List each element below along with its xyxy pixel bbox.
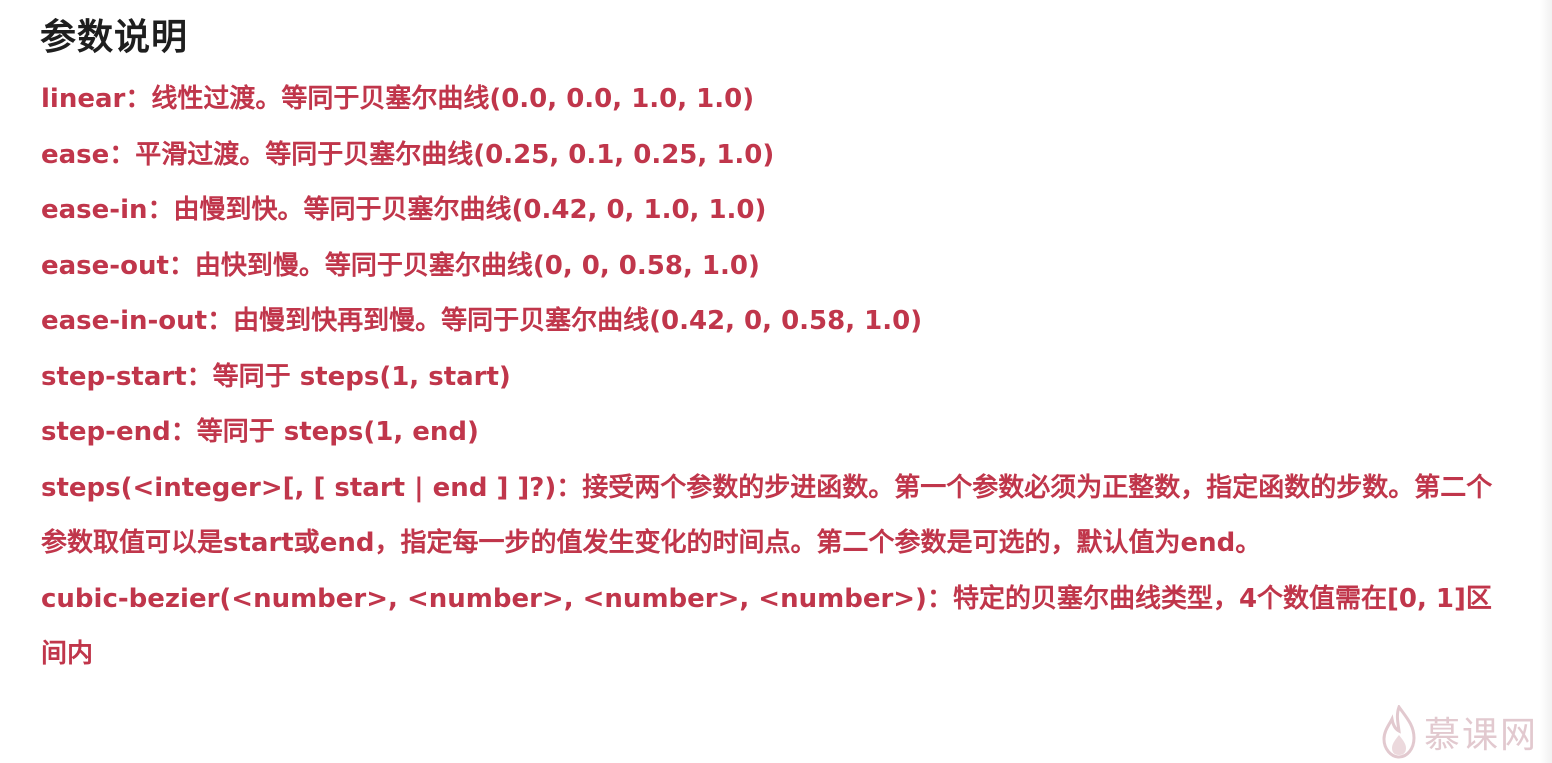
watermark-text: 慕课网 — [1424, 715, 1539, 756]
watermark-logo: 慕课网 — [1380, 705, 1538, 759]
list-item: ease-in-out：由慢到快再到慢。等同于贝塞尔曲线(0.42, 0, 0.… — [41, 306, 923, 336]
list-item: step-end：等同于 steps(1, end) — [41, 417, 479, 447]
parameter-list: linear：线性过渡。等同于贝塞尔曲线(0.0, 0.0, 1.0, 1.0)… — [41, 72, 1511, 683]
right-edge-shadow — [1540, 0, 1552, 763]
list-item: step-start：等同于 steps(1, start) — [41, 361, 511, 392]
slide-page: 参数说明 linear：线性过渡。等同于贝塞尔曲线(0.0, 0.0, 1.0,… — [0, 0, 1552, 763]
list-item: linear：线性过渡。等同于贝塞尔曲线(0.0, 0.0, 1.0, 1.0) — [41, 84, 755, 114]
list-item: ease：平滑过渡。等同于贝塞尔曲线(0.25, 0.1, 0.25, 1.0) — [41, 139, 775, 170]
list-item: steps(<integer>[, [ start | end ] ]?)：接受… — [41, 472, 1493, 559]
list-item: ease-out：由快到慢。等同于贝塞尔曲线(0, 0, 0.58, 1.0) — [41, 250, 760, 281]
page-title: 参数说明 — [40, 17, 189, 58]
flame-icon — [1380, 705, 1418, 759]
list-item: cubic-bezier(<number>, <number>, <number… — [41, 583, 1492, 670]
list-item: ease-in：由慢到快。等同于贝塞尔曲线(0.42, 0, 1.0, 1.0) — [41, 195, 767, 225]
